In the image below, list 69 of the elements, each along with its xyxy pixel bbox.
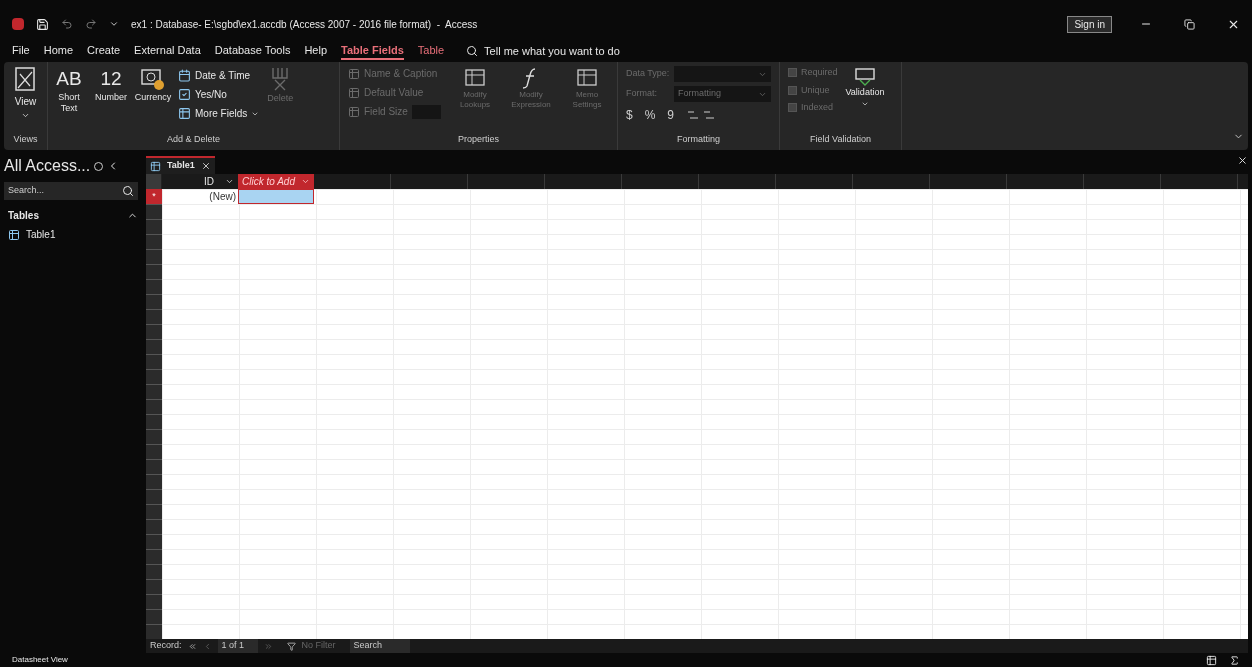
group-label: Properties: [458, 132, 499, 146]
search-field[interactable]: Search...: [4, 182, 138, 200]
new-record-selector[interactable]: *: [146, 189, 162, 204]
table-icon: [8, 228, 20, 241]
menu-tab[interactable]: Create: [87, 41, 121, 61]
customize-icon[interactable]: [109, 19, 119, 29]
menu-tab[interactable]: File: [12, 41, 30, 61]
group-header[interactable]: Tables: [8, 208, 39, 223]
undo-icon[interactable]: [61, 18, 73, 30]
menu-tab[interactable]: Table: [417, 41, 445, 61]
field-type-button[interactable]: More Fields: [178, 106, 260, 121]
restore-icon[interactable]: [1184, 18, 1195, 30]
datasheet-view-icon[interactable]: [1206, 654, 1217, 666]
property-icon: [348, 67, 360, 80]
column-header[interactable]: Click to Add: [238, 174, 314, 189]
table-icon: [150, 160, 161, 172]
field-type-button[interactable]: AB Short Text: [52, 66, 86, 133]
field-type-button[interactable]: 12 Number: [94, 66, 128, 133]
search-icon: [466, 45, 479, 57]
status-text: Datasheet View: [12, 654, 68, 666]
table-cell-text: (New): [208, 190, 237, 204]
menu-tab[interactable]: External Data: [134, 41, 201, 61]
group-label: Field Validation: [810, 132, 871, 146]
record-position[interactable]: 1 of 1: [217, 639, 258, 653]
field-icon: [178, 69, 191, 82]
search-icon: [122, 185, 134, 197]
first-record-icon[interactable]: [187, 641, 197, 651]
menu-tab[interactable]: Table Fields: [341, 41, 404, 61]
menu-tab[interactable]: Help: [304, 41, 327, 61]
caret-icon: [225, 177, 234, 186]
group-label: Formatting: [677, 132, 720, 146]
group-label: Add & Delete: [166, 132, 220, 146]
menu-tab[interactable]: Database Tools: [214, 41, 291, 61]
close-document-icon[interactable]: [1237, 155, 1248, 166]
number-format-button[interactable]: %: [644, 106, 656, 124]
property-icon: [348, 86, 360, 99]
caret-icon: [301, 177, 310, 186]
active-cell[interactable]: [238, 189, 314, 204]
validation-button[interactable]: Validation: [845, 66, 885, 133]
search-field[interactable]: Search: [349, 639, 410, 653]
field-label: Format:: [626, 87, 658, 101]
redo-icon[interactable]: [85, 18, 97, 30]
sign-in-button[interactable]: Sign in: [1067, 15, 1112, 33]
app-logo-icon: [12, 18, 24, 30]
number-format-button[interactable]: $: [626, 106, 633, 124]
nav-item[interactable]: Table1: [4, 227, 138, 242]
save-icon[interactable]: [36, 17, 49, 31]
property-icon: [348, 105, 360, 118]
field-type-button[interactable]: Currency: [136, 66, 170, 133]
field-label: Data Type:: [626, 67, 670, 81]
number-format-button[interactable]: 9: [667, 106, 675, 124]
field-icon: [178, 88, 191, 101]
close-icon[interactable]: [200, 161, 211, 171]
validation-icon: [853, 66, 876, 86]
document-tab[interactable]: Table1: [146, 156, 215, 174]
field-type-button[interactable]: Yes/No: [178, 87, 260, 102]
search-input[interactable]: Search...: [8, 184, 108, 198]
format-dropdown[interactable]: Formatting: [674, 86, 771, 102]
group-label: Views: [13, 132, 38, 146]
tell-me-text[interactable]: Tell me what you want to do: [484, 42, 620, 60]
caret-icon: [21, 111, 30, 120]
nav-pane-title: All Access...: [4, 156, 91, 176]
view-button[interactable]: View: [4, 62, 47, 133]
field-type-button[interactable]: Date & Time: [178, 68, 260, 83]
record-label: Record:: [150, 639, 182, 653]
menu-tab[interactable]: Home: [43, 41, 74, 61]
window-title: ex1 : Database- E:\sgbd\ex1.accdb (Access 2007 - 2016 file format) - Access: [131, 17, 478, 32]
filter-icon: [286, 641, 296, 651]
field-icon: [178, 107, 191, 120]
